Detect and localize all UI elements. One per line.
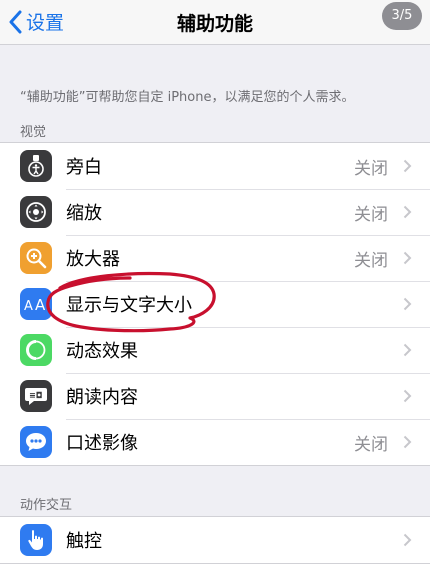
chevron-right-icon [403, 159, 412, 173]
zoom-icon [20, 196, 52, 228]
row-value: 关闭 [354, 250, 388, 271]
row-display-text-size[interactable]: A A 显示与文字大小 [0, 281, 430, 327]
section-header-interaction: 动作交互 [20, 498, 73, 513]
row-audio-descriptions[interactable]: 口述影像 关闭 [0, 419, 430, 465]
row-spoken-content[interactable]: ≡◘ 朗读内容 [0, 373, 430, 419]
row-label: 缩放 [66, 203, 102, 224]
chevron-right-icon [403, 205, 412, 219]
row-voiceover[interactable]: 旁白 关闭 [0, 143, 430, 189]
chevron-right-icon [403, 297, 412, 311]
page-title: 辅助功能 [176, 13, 253, 35]
svg-text:≡◘: ≡◘ [29, 391, 42, 400]
chevron-right-icon [403, 533, 412, 547]
row-label: 旁白 [66, 157, 102, 178]
row-label: 放大器 [66, 249, 120, 270]
row-label: 口述影像 [66, 433, 138, 454]
motion-icon [20, 334, 52, 366]
row-label: 动态效果 [66, 341, 138, 362]
section-header-vision: 视觉 [20, 125, 47, 140]
row-magnifier[interactable]: 放大器 关闭 [0, 235, 430, 281]
interaction-settings-group: 触控 [0, 516, 430, 564]
row-value: 关闭 [354, 434, 388, 455]
voiceover-icon [20, 150, 52, 182]
chevron-right-icon [403, 435, 412, 449]
chevron-right-icon [403, 389, 412, 403]
row-value: 关闭 [354, 158, 388, 179]
chevron-right-icon [403, 251, 412, 265]
row-motion[interactable]: 动态效果 [0, 327, 430, 373]
magnifier-icon [20, 242, 52, 274]
svg-text:A: A [35, 296, 46, 314]
chevron-right-icon [403, 343, 412, 357]
row-label: 触控 [66, 531, 102, 552]
audio-description-icon [20, 426, 52, 458]
touch-icon [20, 524, 52, 556]
row-label: 显示与文字大小 [66, 295, 192, 316]
vision-settings-group: 旁白 关闭 缩放 关闭 放大器 关闭 A A 显示与文字大小 动态效果 ≡◘ 朗… [0, 142, 430, 466]
page-indicator-badge: 3/5 [382, 2, 422, 30]
navigation-bar: 设置 辅助功能 3/5 [0, 0, 430, 45]
spoken-content-icon: ≡◘ [20, 380, 52, 412]
row-value: 关闭 [354, 204, 388, 225]
text-size-icon: A A [20, 288, 52, 320]
row-label: 朗读内容 [66, 387, 138, 408]
row-zoom[interactable]: 缩放 关闭 [0, 189, 430, 235]
intro-text: “辅助功能”可帮助您自定 iPhone，以满足您的个人需求。 [20, 90, 355, 105]
row-touch[interactable]: 触控 [0, 517, 430, 563]
svg-text:A: A [24, 299, 33, 314]
